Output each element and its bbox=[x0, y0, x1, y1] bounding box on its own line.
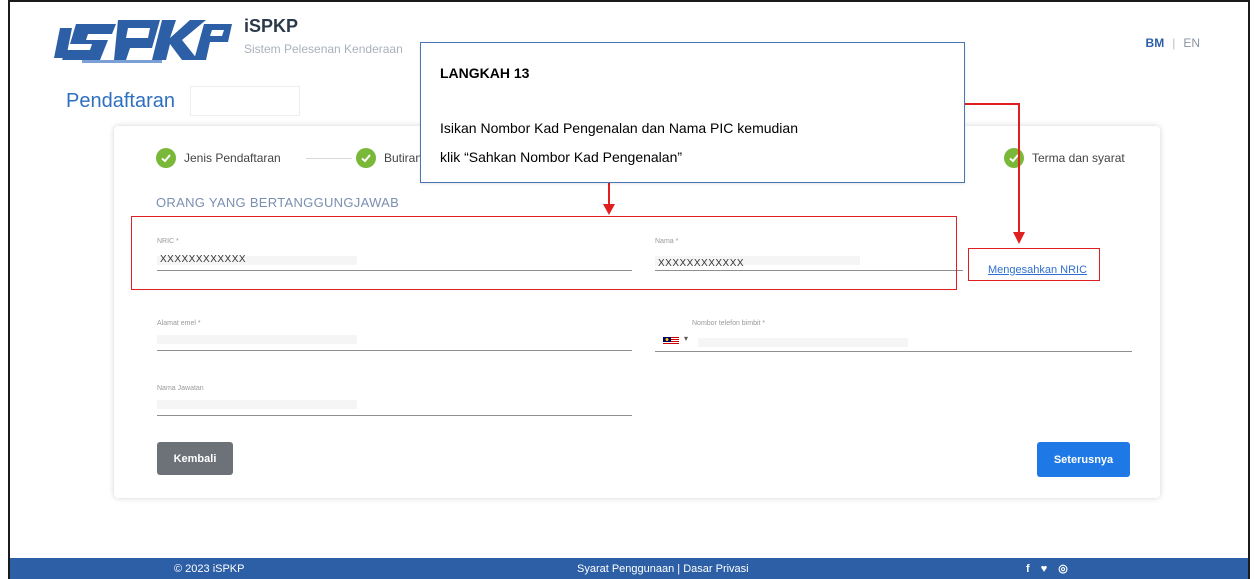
email-underline bbox=[157, 350, 632, 351]
email-input[interactable] bbox=[157, 335, 357, 344]
step-connector bbox=[306, 158, 352, 159]
check-icon bbox=[1004, 148, 1024, 168]
position-input[interactable] bbox=[157, 400, 357, 409]
section-title: ORANG YANG BERTANGGUNGJAWAB bbox=[156, 195, 400, 210]
brand-title: iSPKP bbox=[244, 16, 299, 36]
ispkp-logo bbox=[54, 20, 232, 63]
lang-en-link[interactable]: EN bbox=[1183, 36, 1200, 50]
copyright-text: © 2023 iSPKP bbox=[174, 563, 245, 575]
callout-text-line1: Isikan Nombor Kad Pengenalan dan Nama PI… bbox=[440, 120, 798, 136]
position-underline bbox=[157, 415, 632, 416]
check-icon bbox=[356, 148, 376, 168]
back-button[interactable]: Kembali bbox=[157, 442, 233, 475]
title-box bbox=[190, 86, 300, 116]
lang-separator: | bbox=[1172, 36, 1176, 50]
callout-text-line2: klik “Sahkan Nombor Kad Pengenalan” bbox=[440, 149, 683, 165]
form-highlight-box bbox=[131, 216, 957, 290]
phone-input[interactable] bbox=[698, 338, 908, 347]
social-icons[interactable]: f ♥ ◎ bbox=[1026, 562, 1072, 575]
step-terma-dan-syarat[interactable]: Terma dan syarat bbox=[1004, 148, 1125, 168]
lang-bm-link[interactable]: BM bbox=[1146, 36, 1165, 50]
instruction-callout: LANGKAH 13 Isikan Nombor Kad Pengenalan … bbox=[420, 42, 965, 183]
step-label: Jenis Pendaftaran bbox=[184, 151, 281, 165]
check-icon bbox=[156, 148, 176, 168]
email-label: Alamat emel * bbox=[157, 320, 201, 327]
callout-title: LANGKAH 13 bbox=[440, 65, 530, 81]
language-switcher: BM | EN bbox=[1146, 36, 1200, 50]
page-title: Pendaftaran bbox=[66, 90, 175, 112]
verify-highlight-box bbox=[968, 248, 1100, 281]
step-label: Butiran bbox=[384, 151, 423, 165]
phone-underline bbox=[655, 351, 1132, 352]
chevron-down-icon[interactable]: ▾ bbox=[684, 334, 688, 343]
next-button[interactable]: Seterusnya bbox=[1037, 442, 1130, 477]
step-butiran[interactable]: Butiran bbox=[356, 148, 422, 168]
phone-label: Nombor telefon bimbit * bbox=[692, 320, 766, 327]
malaysia-flag-icon[interactable] bbox=[663, 337, 679, 345]
footer: © 2023 iSPKP Syarat Penggunaan | Dasar P… bbox=[10, 558, 1248, 579]
brand-subtitle: Sistem Pelesenan Kenderaan bbox=[244, 42, 403, 56]
step-jenis-pendaftaran[interactable]: Jenis Pendaftaran bbox=[156, 148, 281, 168]
step-label: Terma dan syarat bbox=[1032, 151, 1125, 165]
position-label: Nama Jawatan bbox=[157, 385, 204, 392]
footer-links[interactable]: Syarat Penggunaan | Dasar Privasi bbox=[577, 563, 749, 575]
